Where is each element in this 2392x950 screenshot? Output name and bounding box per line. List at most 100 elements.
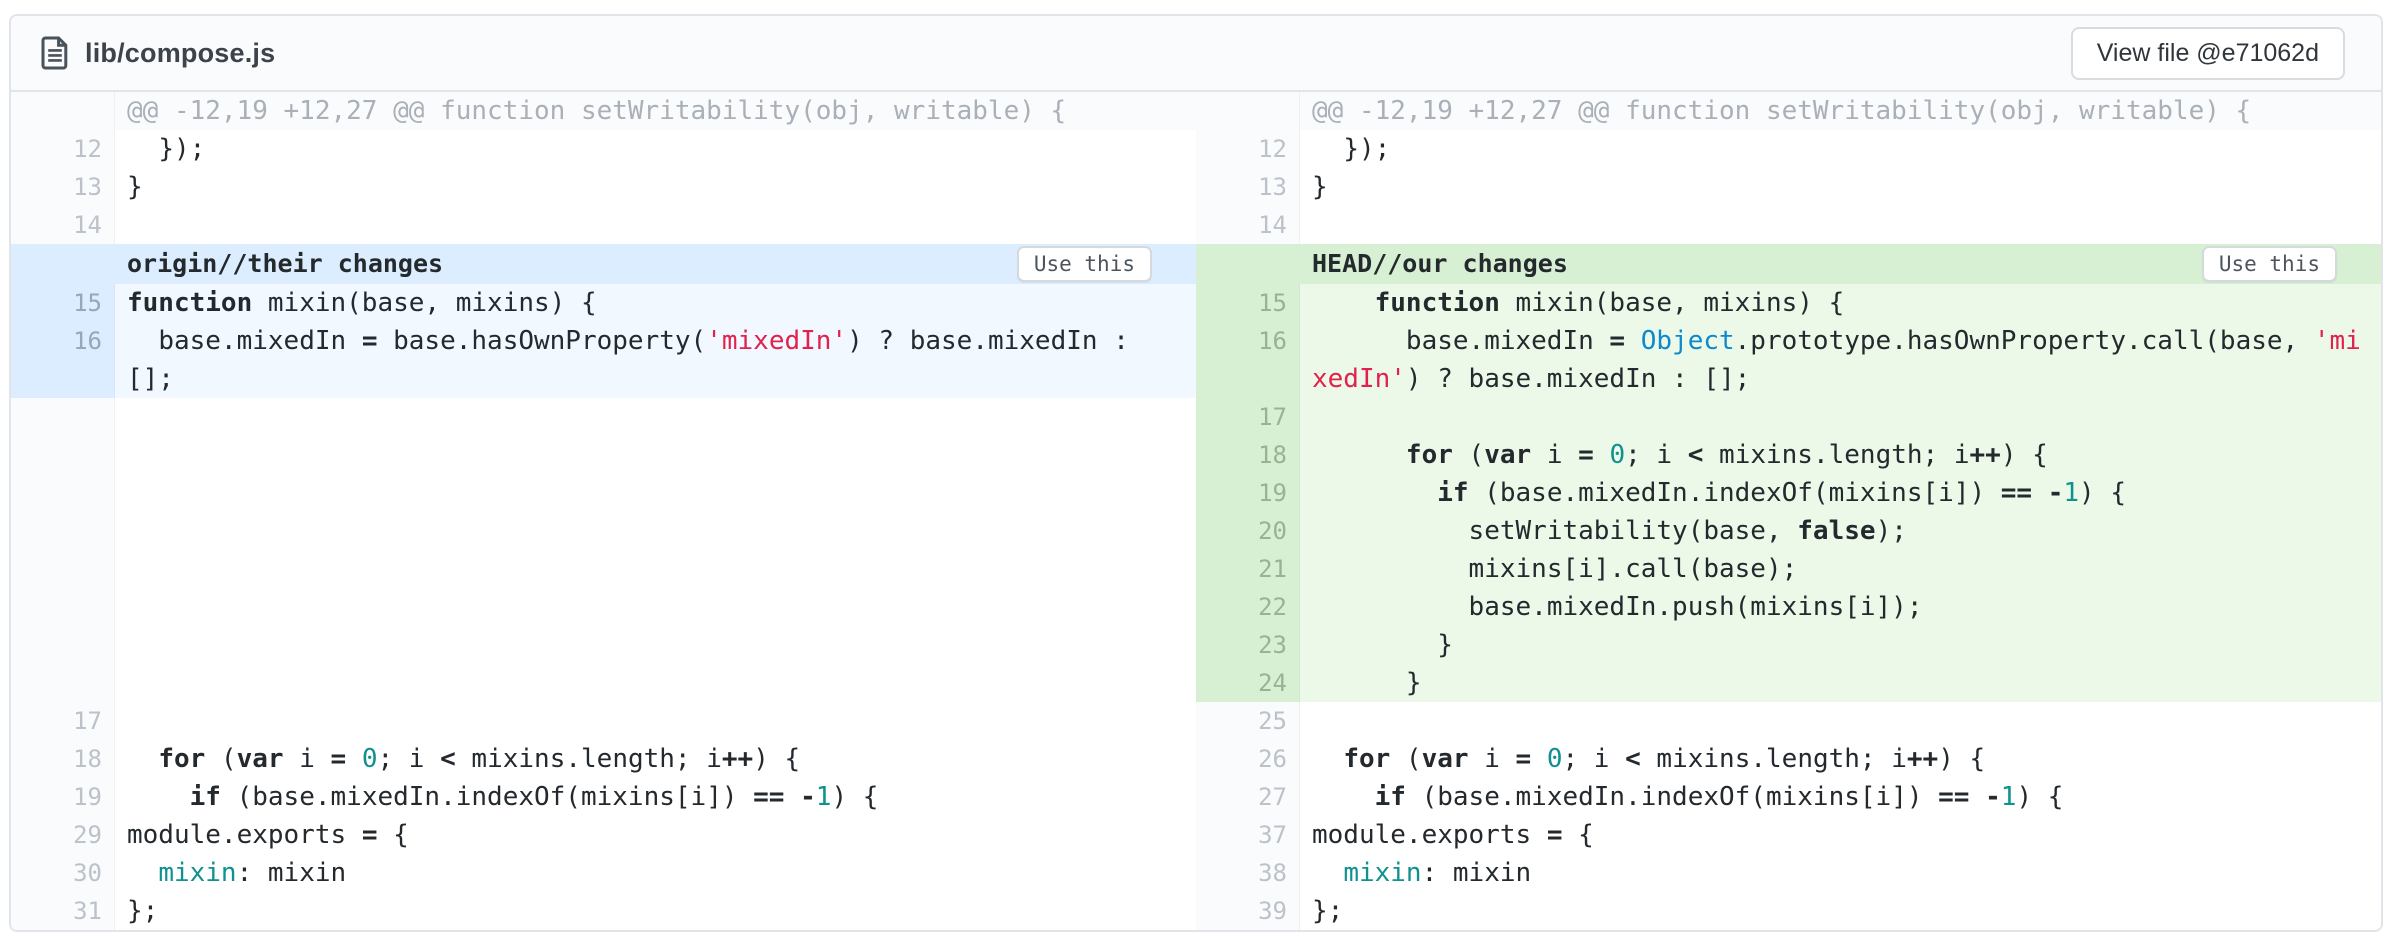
view-file-button[interactable]: View file @e71062d bbox=[2071, 27, 2345, 80]
code-line: } bbox=[115, 168, 1196, 206]
diff-row: 37module.exports = { bbox=[1196, 816, 2381, 854]
line-number: 24 bbox=[1196, 664, 1300, 702]
line-number: 13 bbox=[11, 168, 115, 206]
conflict-branch-label: origin//their changes bbox=[127, 245, 443, 283]
line-number: 15 bbox=[11, 284, 115, 322]
code-line: }); bbox=[115, 130, 1196, 168]
line-number: 14 bbox=[1196, 206, 1300, 244]
line-number-cell bbox=[11, 244, 115, 284]
line-number: 37 bbox=[1196, 816, 1300, 854]
pane-ours: @@ -12,19 +12,27 @@ function setWritabil… bbox=[1196, 92, 2381, 930]
use-this-button[interactable]: Use this bbox=[2202, 246, 2337, 282]
conflict-branch-label: HEAD//our changes bbox=[1312, 245, 1568, 283]
code-line: module.exports = { bbox=[1300, 816, 2381, 854]
diff-row: 19 if (base.mixedIn.indexOf(mixins[i]) =… bbox=[1196, 474, 2381, 512]
line-number-cell bbox=[11, 398, 115, 702]
diff-row: 16 base.mixedIn = Object.prototype.hasOw… bbox=[1196, 322, 2381, 398]
code-line: if (base.mixedIn.indexOf(mixins[i]) == -… bbox=[1300, 778, 2381, 816]
diff-row: 12 }); bbox=[1196, 130, 2381, 168]
alignment-spacer bbox=[11, 398, 1196, 702]
file-diff-panel: lib/compose.js View file @e71062d @@ -12… bbox=[9, 14, 2383, 932]
code-line: for (var i = 0; i < mixins.length; i++) … bbox=[1300, 436, 2381, 474]
code-line: setWritability(base, false); bbox=[1300, 512, 2381, 550]
line-number: 31 bbox=[11, 892, 115, 930]
diff-row: 29module.exports = { bbox=[11, 816, 1196, 854]
diff-row: 15function mixin(base, mixins) { bbox=[11, 284, 1196, 322]
diff-row: @@ -12,19 +12,27 @@ function setWritabil… bbox=[1196, 92, 2381, 130]
line-number: 21 bbox=[1196, 550, 1300, 588]
line-number: 39 bbox=[1196, 892, 1300, 930]
line-number: 18 bbox=[1196, 436, 1300, 474]
line-number: 17 bbox=[1196, 398, 1300, 436]
line-number-cell bbox=[1196, 244, 1300, 284]
diff-row: 13} bbox=[1196, 168, 2381, 206]
code-line: }); bbox=[1300, 130, 2381, 168]
line-number: 15 bbox=[1196, 284, 1300, 322]
code-line bbox=[1300, 398, 2381, 436]
line-number: 22 bbox=[1196, 588, 1300, 626]
use-this-button[interactable]: Use this bbox=[1017, 246, 1152, 282]
line-number-cell bbox=[1196, 92, 1300, 130]
diff-row: 22 base.mixedIn.push(mixins[i]); bbox=[1196, 588, 2381, 626]
code-line: } bbox=[1300, 664, 2381, 702]
conflict-header-body: origin//their changes Use this bbox=[115, 244, 1196, 284]
line-number: 27 bbox=[1196, 778, 1300, 816]
code-line: for (var i = 0; i < mixins.length; i++) … bbox=[1300, 740, 2381, 778]
code-line: if (base.mixedIn.indexOf(mixins[i]) == -… bbox=[115, 778, 1196, 816]
diff-row: 14 bbox=[11, 206, 1196, 244]
line-number: 25 bbox=[1196, 702, 1300, 740]
diff-row: 12 }); bbox=[11, 130, 1196, 168]
line-number: 29 bbox=[11, 816, 115, 854]
code-line: mixin: mixin bbox=[1300, 854, 2381, 892]
diff-row: 15 function mixin(base, mixins) { bbox=[1196, 284, 2381, 322]
line-number: 30 bbox=[11, 854, 115, 892]
diff-row: 39}; bbox=[1196, 892, 2381, 930]
diff-row: 16 base.mixedIn = base.hasOwnProperty('m… bbox=[11, 322, 1196, 398]
diff-row: 18 for (var i = 0; i < mixins.length; i+… bbox=[11, 740, 1196, 778]
diff-row: 14 bbox=[1196, 206, 2381, 244]
code-line: for (var i = 0; i < mixins.length; i++) … bbox=[115, 740, 1196, 778]
line-number: 23 bbox=[1196, 626, 1300, 664]
file-path: lib/compose.js bbox=[85, 38, 275, 69]
code-line: mixins[i].call(base); bbox=[1300, 550, 2381, 588]
diff-row: 25 bbox=[1196, 702, 2381, 740]
hunk-header: @@ -12,19 +12,27 @@ function setWritabil… bbox=[1300, 92, 2381, 130]
line-number: 18 bbox=[11, 740, 115, 778]
line-number: 26 bbox=[1196, 740, 1300, 778]
hunk-header: @@ -12,19 +12,27 @@ function setWritabil… bbox=[115, 92, 1196, 130]
line-number: 17 bbox=[11, 702, 115, 740]
code-line: }; bbox=[115, 892, 1196, 930]
line-number: 16 bbox=[1196, 322, 1300, 398]
code-line: mixin: mixin bbox=[115, 854, 1196, 892]
line-number: 19 bbox=[11, 778, 115, 816]
conflict-header-row: HEAD//our changes Use this bbox=[1196, 244, 2381, 284]
diff-row: 38 mixin: mixin bbox=[1196, 854, 2381, 892]
code-line: base.mixedIn.push(mixins[i]); bbox=[1300, 588, 2381, 626]
code-line bbox=[1300, 206, 2381, 244]
code-line: module.exports = { bbox=[115, 816, 1196, 854]
diff-row: 18 for (var i = 0; i < mixins.length; i+… bbox=[1196, 436, 2381, 474]
file-header: lib/compose.js View file @e71062d bbox=[11, 16, 2381, 92]
code-line bbox=[115, 398, 1196, 702]
line-number: 12 bbox=[1196, 130, 1300, 168]
file-icon bbox=[41, 36, 69, 70]
code-line: }; bbox=[1300, 892, 2381, 930]
diff-row: 31}; bbox=[11, 892, 1196, 930]
diff-row: 23 } bbox=[1196, 626, 2381, 664]
diff-row: 24 } bbox=[1196, 664, 2381, 702]
code-line bbox=[115, 206, 1196, 244]
code-line: function mixin(base, mixins) { bbox=[1300, 284, 2381, 322]
diff-row: @@ -12,19 +12,27 @@ function setWritabil… bbox=[11, 92, 1196, 130]
code-line: function mixin(base, mixins) { bbox=[115, 284, 1196, 322]
line-number: 38 bbox=[1196, 854, 1300, 892]
code-line: base.mixedIn = base.hasOwnProperty('mixe… bbox=[115, 322, 1196, 398]
diff-row: 17 bbox=[11, 702, 1196, 740]
line-number: 20 bbox=[1196, 512, 1300, 550]
line-number: 19 bbox=[1196, 474, 1300, 512]
split-diff: @@ -12,19 +12,27 @@ function setWritabil… bbox=[11, 92, 2381, 930]
code-line bbox=[115, 702, 1196, 740]
line-number: 16 bbox=[11, 322, 115, 398]
diff-row: 19 if (base.mixedIn.indexOf(mixins[i]) =… bbox=[11, 778, 1196, 816]
diff-row: 13} bbox=[11, 168, 1196, 206]
code-line bbox=[1300, 702, 2381, 740]
